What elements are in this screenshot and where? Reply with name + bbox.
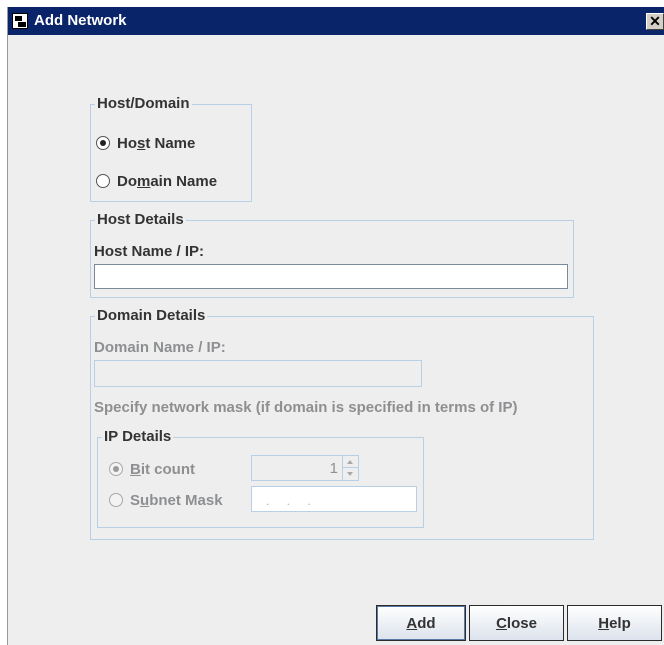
subnet-mask-input[interactable]: . . . xyxy=(251,486,417,512)
host-name-radio-label: Host Name xyxy=(117,134,196,152)
ip-details-group: IP Details xyxy=(97,428,424,528)
host-details-legend: Host Details xyxy=(95,211,186,228)
domain-name-ip-input[interactable] xyxy=(94,360,422,387)
host-name-radio[interactable]: Host Name xyxy=(96,132,195,154)
host-name-ip-label: Host Name / IP: xyxy=(94,243,205,260)
spinner-down-arrow-icon[interactable] xyxy=(343,468,358,480)
app-window-icon xyxy=(12,13,28,29)
domain-name-ip-label: Domain Name / IP: xyxy=(94,339,226,356)
title-bar[interactable]: Add Network ✕ xyxy=(8,7,664,35)
close-button[interactable]: Close xyxy=(469,605,564,641)
add-button[interactable]: Add xyxy=(376,605,466,641)
spinner-up-arrow-icon[interactable] xyxy=(343,456,358,468)
spinner-buttons xyxy=(342,456,358,480)
close-icon[interactable]: ✕ xyxy=(646,13,664,30)
bit-count-radio[interactable]: Bit count xyxy=(109,458,195,480)
window-title: Add Network xyxy=(34,12,127,29)
subnet-mask-radio-label: Subnet Mask xyxy=(130,491,223,509)
network-mask-hint: Specify network mask (if domain is speci… xyxy=(94,399,518,416)
bit-count-value: 1 xyxy=(329,460,338,477)
subnet-mask-radio[interactable]: Subnet Mask xyxy=(109,489,223,511)
host-domain-legend: Host/Domain xyxy=(95,95,192,112)
ip-details-legend: IP Details xyxy=(102,428,174,445)
bit-count-radio-indicator[interactable] xyxy=(109,462,123,476)
bit-count-radio-label: Bit count xyxy=(130,460,195,478)
domain-name-radio-indicator[interactable] xyxy=(96,174,110,188)
host-name-radio-indicator[interactable] xyxy=(96,136,110,150)
help-button[interactable]: Help xyxy=(567,605,662,641)
host-name-ip-input[interactable] xyxy=(94,264,568,289)
domain-name-radio-label: Domain Name xyxy=(117,172,218,190)
domain-name-radio[interactable]: Domain Name xyxy=(96,170,217,192)
add-network-dialog: Add Network ✕ Host/Domain Host Name Doma… xyxy=(7,7,664,645)
domain-details-legend: Domain Details xyxy=(95,307,208,324)
bit-count-spinner[interactable]: 1 xyxy=(251,455,359,481)
subnet-mask-radio-indicator[interactable] xyxy=(109,493,123,507)
